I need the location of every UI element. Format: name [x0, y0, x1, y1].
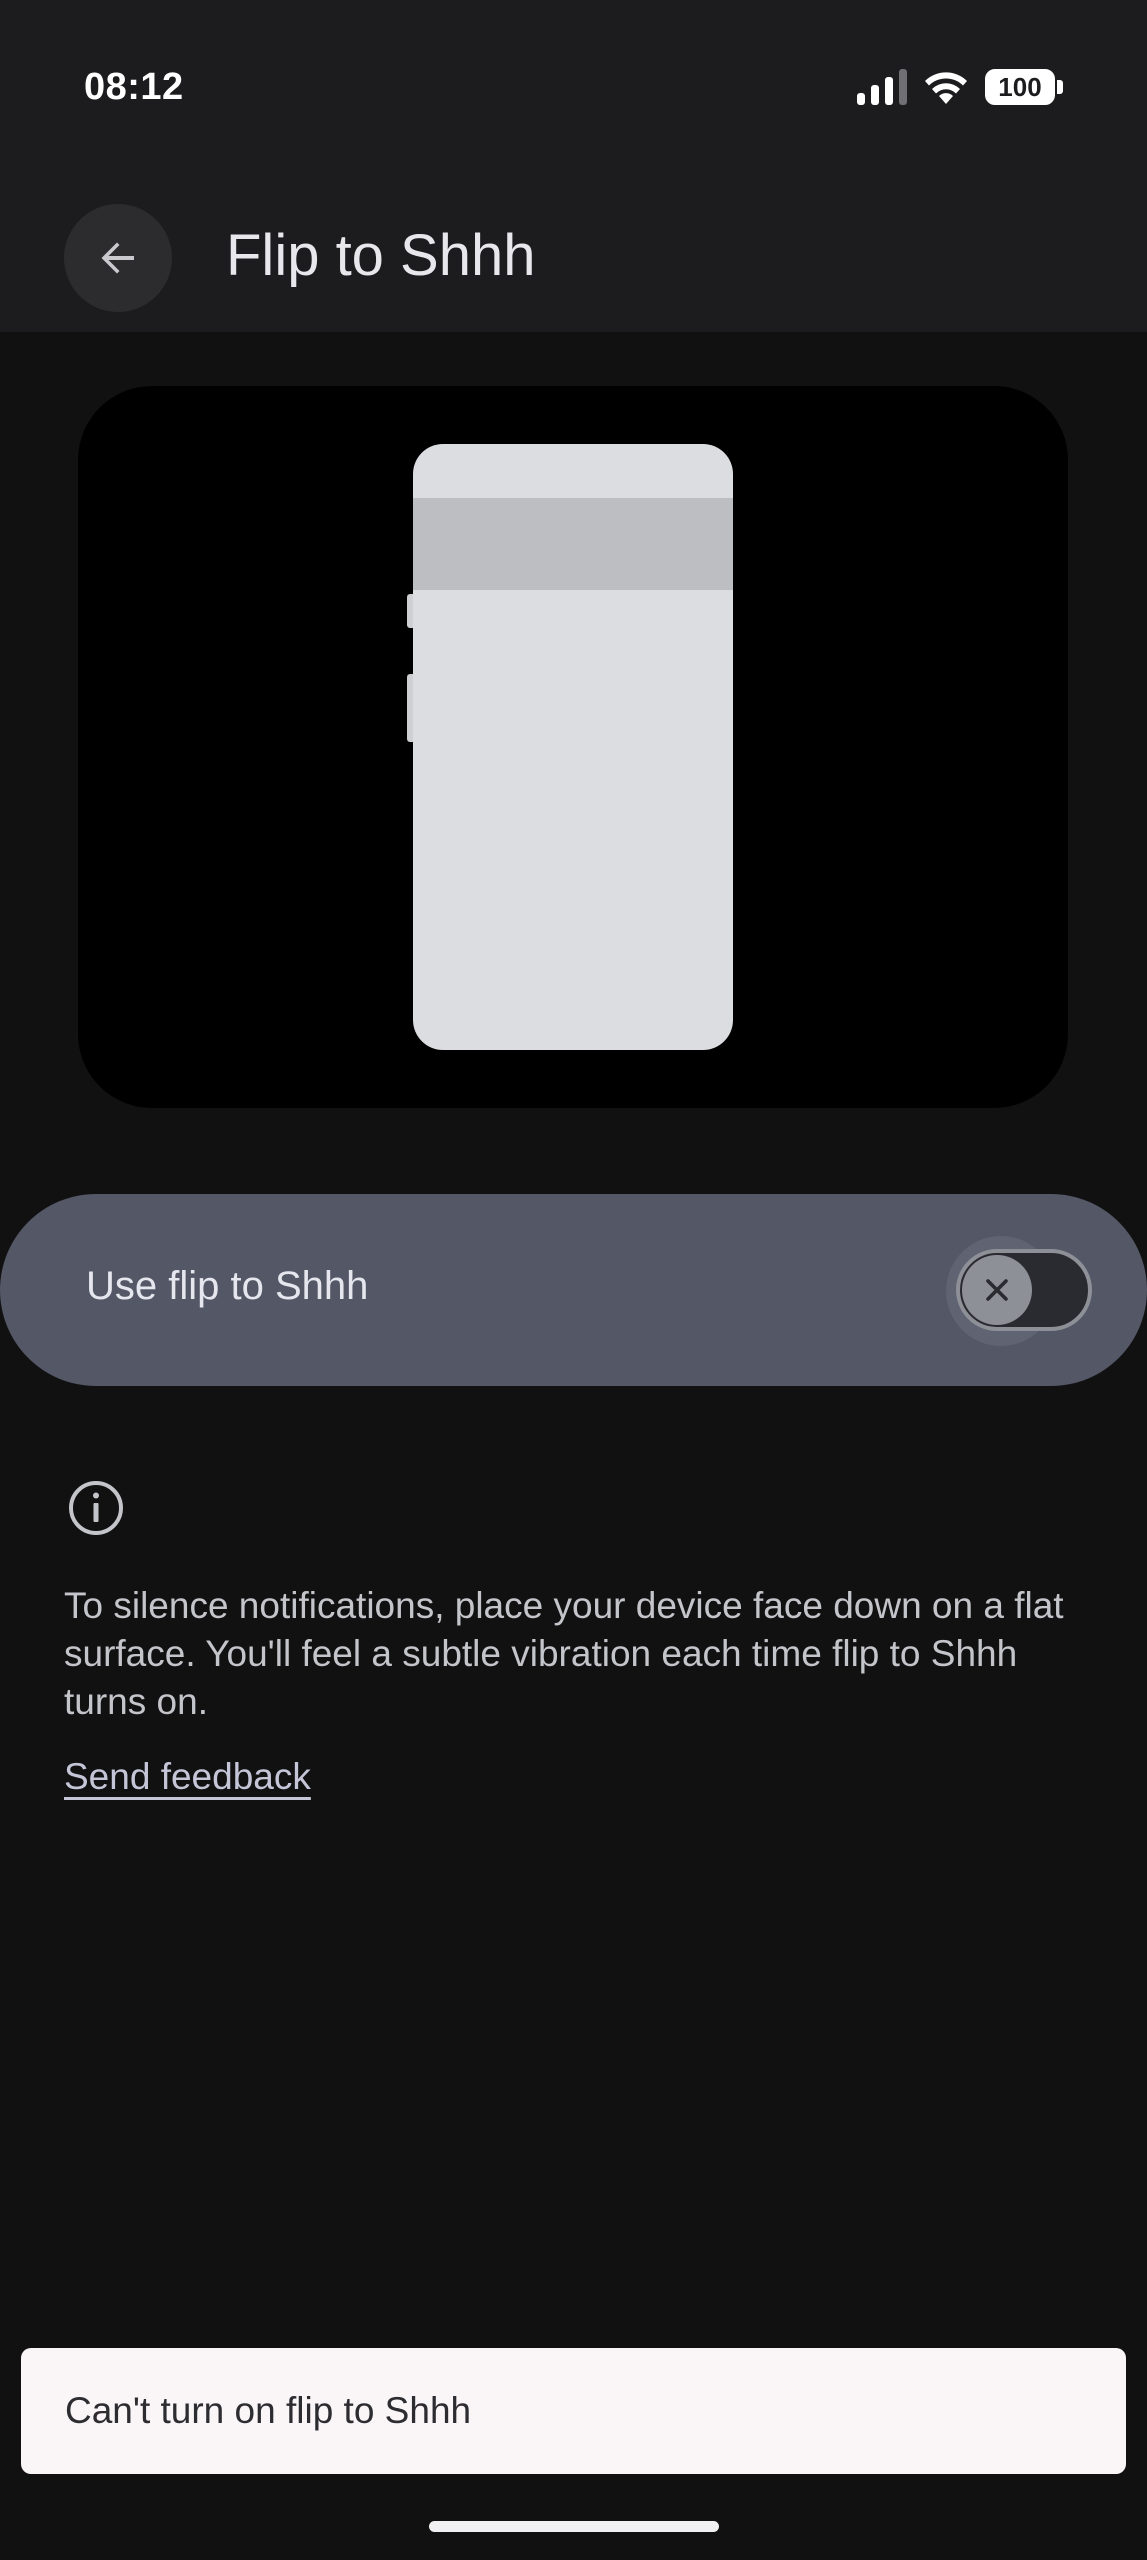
cellular-signal-icon: [857, 69, 907, 105]
battery-text: 100: [998, 72, 1042, 102]
snackbar-message: Can't turn on flip to Shhh: [65, 2390, 472, 2431]
status-bar: 08:12 100: [0, 0, 1147, 180]
phone-graphic: [413, 444, 733, 1050]
info-description: To silence notifications, place your dev…: [64, 1585, 1064, 1722]
app-bar: Flip to Shhh: [0, 200, 1147, 330]
home-indicator[interactable]: [429, 2521, 719, 2532]
status-icons: 100: [857, 68, 1063, 106]
phone-camera-bar: [413, 498, 733, 590]
battery-tip: [1057, 80, 1063, 94]
page-title: Flip to Shhh: [226, 223, 536, 288]
screen: 08:12 100 Flip to Shhh Use flip to Shhh …: [0, 0, 1147, 2560]
battery-icon: 100: [985, 69, 1063, 105]
switch-thumb[interactable]: [962, 1255, 1032, 1325]
status-time: 08:12: [84, 66, 184, 108]
arrow-left-icon: [101, 242, 134, 274]
send-feedback-link[interactable]: Send feedback: [64, 1756, 311, 1798]
top-area: 08:12 100 Flip to Shhh: [0, 0, 1147, 332]
use-flip-to-shhh-toggle-row[interactable]: Use flip to Shhh: [0, 1194, 1147, 1386]
back-button[interactable]: [64, 204, 172, 312]
info-icon: [69, 1481, 123, 1535]
snackbar: Can't turn on flip to Shhh: [21, 2348, 1126, 2474]
close-icon: [986, 1279, 1008, 1301]
battery-level: 100: [985, 69, 1055, 105]
flip-illustration: [78, 386, 1068, 1108]
wifi-icon: [925, 72, 967, 104]
toggle-label: Use flip to Shhh: [86, 1264, 369, 1308]
